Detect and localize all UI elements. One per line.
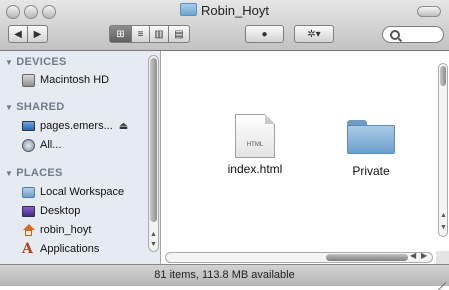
folder-icon	[22, 186, 35, 198]
disclosure-triangle-icon: ▼	[5, 58, 14, 67]
sidebar-item-applications[interactable]: Applications	[22, 241, 99, 257]
html-file-icon: HTML	[235, 114, 275, 158]
sidebar-item-pages-emerson[interactable]: pages.emers... ⏏	[22, 118, 128, 134]
sidebar-item-all[interactable]: All...	[22, 137, 61, 153]
status-text: 81 items, 113.8 MB available	[154, 269, 295, 281]
back-button[interactable]: ◀	[8, 25, 28, 43]
sidebar-item-robin-hoyt[interactable]: robin_hoyt	[22, 222, 91, 238]
sidebar-section-places[interactable]: ▼ PLACES	[5, 167, 63, 179]
sidebar-item-desktop[interactable]: Desktop	[22, 203, 80, 219]
desktop-icon	[22, 205, 35, 217]
vertical-scroll-thumb[interactable]	[440, 66, 446, 86]
sidebar-scroll-thumb[interactable]	[150, 58, 157, 222]
file-item-private[interactable]: Private	[331, 120, 411, 178]
coverflow-view-button[interactable]: ▤	[169, 25, 190, 43]
view-mode-buttons: ⊞ ≡ ▥ ▤	[109, 25, 190, 43]
file-name: index.html	[227, 162, 283, 176]
forward-button[interactable]: ▶	[28, 25, 48, 43]
scroll-corner	[436, 251, 449, 264]
nav-buttons: ◀ ▶	[8, 25, 48, 43]
vertical-scrollbar[interactable]: ▲ ▼	[438, 63, 448, 237]
quicklook-button[interactable]: ●	[245, 25, 284, 43]
sidebar-item-label: Desktop	[40, 205, 81, 217]
sidebar-scrollbar[interactable]: ▲ ▼	[148, 55, 159, 252]
search-field[interactable]	[382, 26, 444, 43]
sidebar: ▼ DEVICES Macintosh HD ▼ SHARED pages.emer…	[0, 51, 161, 264]
window-title: Robin_Hoyt	[0, 3, 449, 18]
toolbar-toggle-button[interactable]	[417, 6, 441, 17]
disclosure-triangle-icon: ▼	[5, 169, 14, 178]
sidebar-item-label: Applications	[40, 243, 100, 255]
sidebar-item-local-workspace[interactable]: Local Workspace	[22, 184, 124, 200]
column-view-button[interactable]: ▥	[150, 25, 169, 43]
search-icon	[390, 30, 400, 40]
horizontal-scrollbar[interactable]: ◀ ▶	[165, 251, 433, 263]
action-button[interactable]: ✲▾	[294, 25, 334, 43]
sidebar-item-macintosh-hd[interactable]: Macintosh HD	[22, 72, 109, 88]
resize-grip-icon[interactable]	[436, 273, 446, 283]
list-view-button[interactable]: ≡	[132, 25, 150, 43]
scroll-left-arrow-icon[interactable]: ◀	[410, 251, 416, 260]
sidebar-section-label: PLACES	[16, 167, 63, 179]
file-type-tag: HTML	[246, 142, 264, 148]
eye-icon: ●	[261, 28, 268, 40]
icon-view-button[interactable]: ⊞	[109, 25, 132, 43]
network-globe-icon	[22, 138, 35, 152]
scroll-up-arrow-icon[interactable]: ▲	[150, 231, 157, 238]
gear-icon: ✲▾	[307, 28, 321, 40]
sidebar-section-devices[interactable]: ▼ DEVICES	[5, 56, 67, 68]
toolbar: Robin_Hoyt ◀ ▶ ⊞ ≡ ▥ ▤ ● ✲▾	[0, 0, 449, 51]
sidebar-item-label: All...	[40, 139, 62, 151]
sidebar-item-label: Local Workspace	[40, 186, 125, 198]
network-monitor-icon	[22, 121, 35, 131]
scroll-up-arrow-icon[interactable]: ▲	[440, 212, 447, 219]
status-bar: 81 items, 113.8 MB available	[0, 264, 449, 286]
scroll-down-arrow-icon[interactable]: ▼	[440, 224, 447, 231]
file-browser-content: HTML index.html Private ▲ ▼ ◀ ▶	[161, 51, 449, 264]
home-icon	[22, 223, 35, 237]
sidebar-section-label: DEVICES	[16, 56, 67, 68]
folder-icon	[180, 3, 198, 16]
disclosure-triangle-icon: ▼	[5, 103, 14, 112]
file-name: Private	[352, 164, 390, 178]
horizontal-scroll-thumb[interactable]	[326, 254, 408, 261]
finder-window: Robin_Hoyt ◀ ▶ ⊞ ≡ ▥ ▤ ● ✲▾ ▼ DEVICES Mac…	[0, 0, 449, 286]
window-title-text: Robin_Hoyt	[201, 3, 269, 18]
sidebar-item-label: Macintosh HD	[40, 74, 110, 86]
scroll-down-arrow-icon[interactable]: ▼	[150, 241, 157, 248]
sidebar-section-label: SHARED	[16, 101, 65, 113]
eject-icon[interactable]: ⏏	[119, 121, 128, 132]
scroll-right-arrow-icon[interactable]: ▶	[421, 251, 427, 260]
sidebar-section-shared[interactable]: ▼ SHARED	[5, 101, 64, 113]
sidebar-item-label: pages.emers...	[40, 120, 113, 132]
applications-icon	[22, 241, 35, 257]
folder-icon	[347, 120, 395, 154]
sidebar-item-label: robin_hoyt	[40, 224, 92, 236]
folder-body	[347, 125, 395, 154]
file-item-index-html[interactable]: HTML index.html	[215, 114, 295, 176]
hard-drive-icon	[22, 73, 35, 87]
